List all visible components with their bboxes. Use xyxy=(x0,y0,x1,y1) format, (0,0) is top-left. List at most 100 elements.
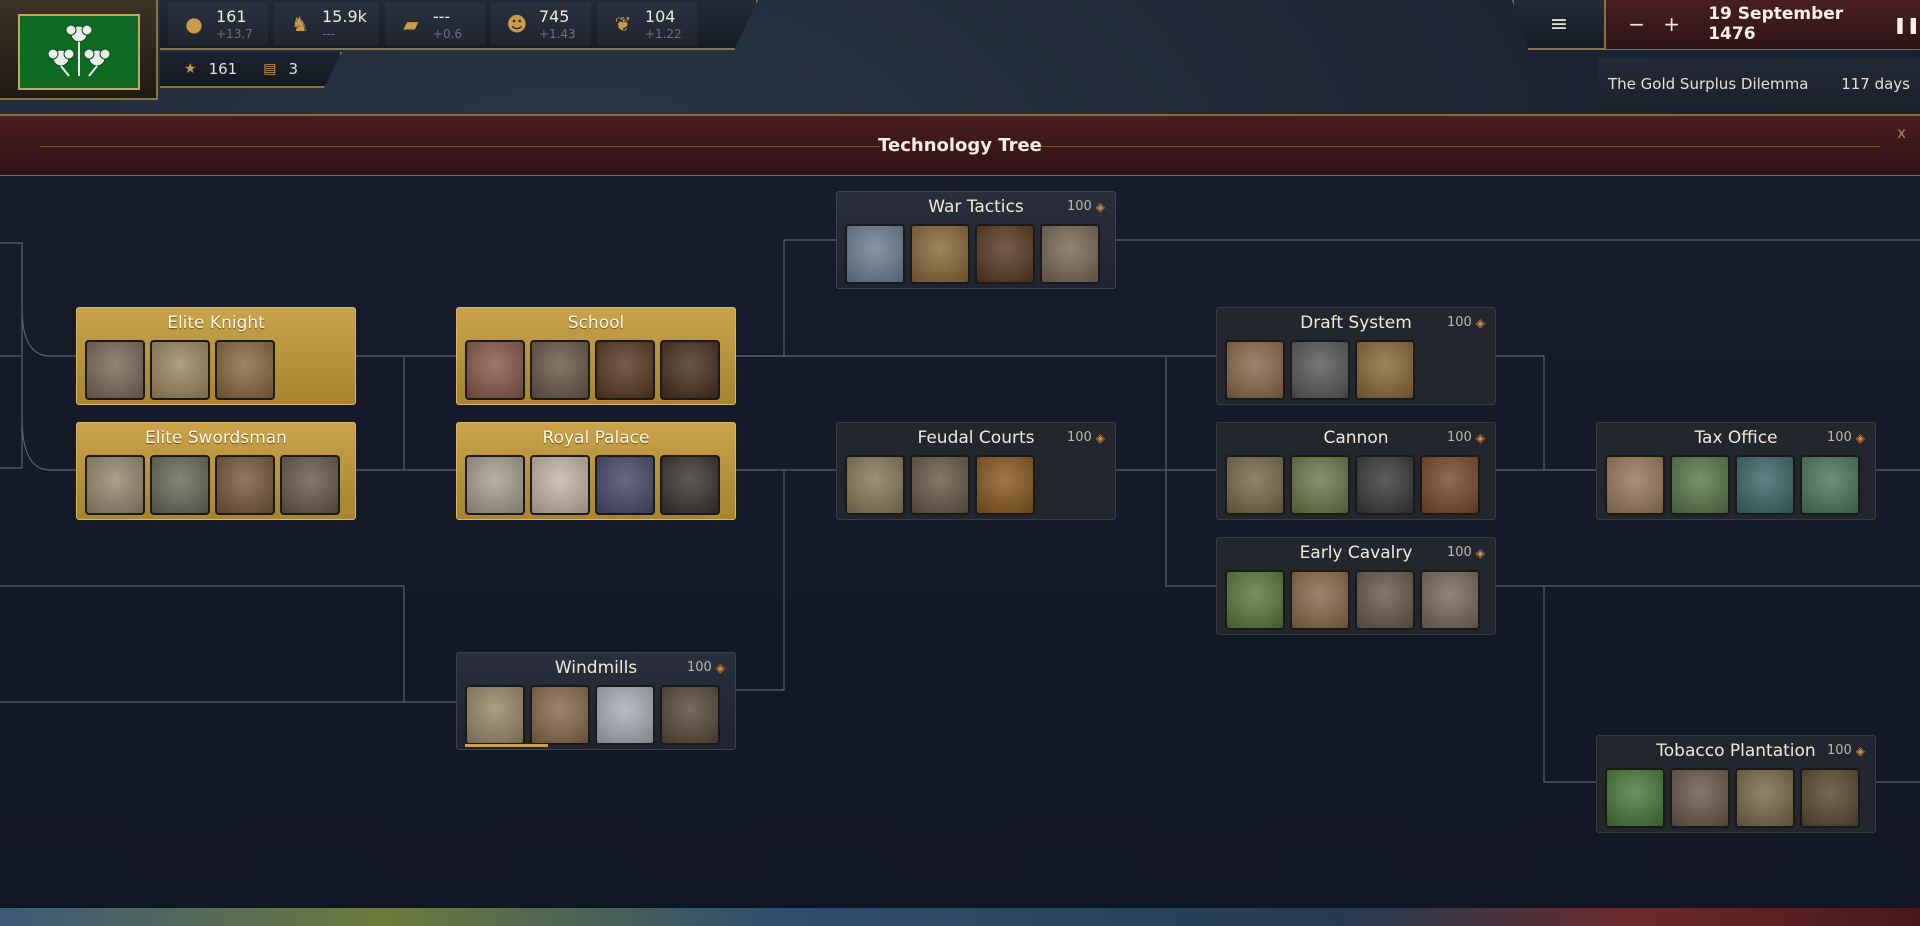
unlock-image[interactable] xyxy=(1420,570,1480,630)
unlock-image[interactable] xyxy=(595,685,655,745)
unlock-image[interactable] xyxy=(465,340,525,400)
tech-node-elite-knight[interactable]: Elite Knight xyxy=(76,307,356,405)
unlock-image[interactable] xyxy=(85,455,145,515)
cost-value: 100 xyxy=(1446,545,1472,560)
unlock-image[interactable] xyxy=(660,340,720,400)
unlock-image[interactable] xyxy=(1735,768,1795,828)
unlock-image[interactable] xyxy=(1355,340,1415,400)
menu-button[interactable]: ≡ xyxy=(1514,0,1604,49)
unlock-image[interactable] xyxy=(1605,455,1665,515)
resource-manpower[interactable]: ♞ 15.9k --- xyxy=(274,3,379,45)
unlock-image[interactable] xyxy=(530,685,590,745)
tech-node-early-cavalry[interactable]: Early Cavalry 100 ◈ xyxy=(1216,537,1496,635)
unlock-image[interactable] xyxy=(280,455,340,515)
tech-unlocks xyxy=(465,340,720,400)
unlock-image[interactable] xyxy=(465,455,525,515)
unlock-image[interactable] xyxy=(1290,455,1350,515)
tech-node-tobacco-plantation[interactable]: Tobacco Plantation 100 ◈ xyxy=(1596,735,1876,833)
tech-cost: 100 ◈ xyxy=(1067,430,1105,445)
tech-unlocks xyxy=(1225,340,1415,400)
unlock-image[interactable] xyxy=(660,685,720,745)
unlock-image[interactable] xyxy=(1735,455,1795,515)
tech-title: School xyxy=(567,313,625,333)
unlock-image[interactable] xyxy=(150,340,210,400)
scroll-value[interactable]: 3 xyxy=(288,60,298,78)
unlock-image[interactable] xyxy=(1670,455,1730,515)
panel-header: Technology Tree x xyxy=(0,116,1920,176)
tech-title: Royal Palace xyxy=(542,428,650,448)
unlock-image[interactable] xyxy=(465,685,525,745)
tech-node-feudal-courts[interactable]: Feudal Courts 100 ◈ xyxy=(836,422,1116,520)
tech-cost: 100 ◈ xyxy=(1067,199,1105,214)
tech-unlocks xyxy=(1605,768,1860,828)
speed-decrease-button[interactable]: − xyxy=(1628,12,1645,36)
tech-node-draft-system[interactable]: Draft System 100 ◈ xyxy=(1216,307,1496,405)
country-emblem[interactable] xyxy=(0,0,158,100)
resource-value: 104 xyxy=(644,6,676,26)
resource-prestige[interactable]: ☻ 745 +1.43 xyxy=(490,3,591,45)
resource-delta: +1.22 xyxy=(644,26,682,41)
unlock-image[interactable] xyxy=(1290,340,1350,400)
tech-node-tax-office[interactable]: Tax Office 100 ◈ xyxy=(1596,422,1876,520)
tech-cost: 100 ◈ xyxy=(1447,315,1485,330)
unlock-image[interactable] xyxy=(215,340,275,400)
unlock-image[interactable] xyxy=(1800,768,1860,828)
tech-cost: 100 ◈ xyxy=(687,660,725,675)
star-value[interactable]: 161 xyxy=(209,60,238,78)
tech-node-war-tactics[interactable]: War Tactics 100 ◈ xyxy=(836,191,1116,289)
unlock-image[interactable] xyxy=(660,455,720,515)
research-progress-bar xyxy=(465,744,549,747)
unlock-image[interactable] xyxy=(975,224,1035,284)
event-notification[interactable]: The Gold Surplus Dilemma 117 days xyxy=(1598,58,1920,110)
unlock-image[interactable] xyxy=(1225,570,1285,630)
country-flag xyxy=(18,14,140,90)
unlock-image[interactable] xyxy=(530,455,590,515)
unlock-image[interactable] xyxy=(910,455,970,515)
unlock-image[interactable] xyxy=(1355,455,1415,515)
unlock-image[interactable] xyxy=(215,455,275,515)
resource-value: 15.9k xyxy=(322,6,367,26)
tech-tree-canvas[interactable]: War Tactics 100 ◈ Elite Knight School Dr… xyxy=(0,178,1920,908)
unlock-image[interactable] xyxy=(85,340,145,400)
tech-unlocks xyxy=(1225,455,1480,515)
unlock-image[interactable] xyxy=(1355,570,1415,630)
unlock-image[interactable] xyxy=(1225,455,1285,515)
unlock-image[interactable] xyxy=(595,340,655,400)
tech-node-windmills[interactable]: Windmills 100 ◈ xyxy=(456,652,736,750)
scroll-icon: ▤ xyxy=(263,61,277,77)
unlock-image[interactable] xyxy=(1800,455,1860,515)
unlock-image[interactable] xyxy=(845,455,905,515)
tech-cost: 100 ◈ xyxy=(1447,430,1485,445)
pause-icon[interactable]: ❚❚ xyxy=(1893,15,1920,34)
resource-gold[interactable]: ● 161 +13.7 xyxy=(168,3,268,45)
dove-icon: ❦ xyxy=(614,12,632,36)
unlock-image[interactable] xyxy=(595,455,655,515)
cost-value: 100 xyxy=(1826,430,1852,445)
cost-value: 100 xyxy=(686,660,712,675)
resource-research[interactable]: ▰ --- +0.6 xyxy=(384,3,485,45)
tech-node-cannon[interactable]: Cannon 100 ◈ xyxy=(1216,422,1496,520)
unlock-image[interactable] xyxy=(530,340,590,400)
sub-resource-bar: ★ 161 ▤ 3 xyxy=(160,52,342,88)
time-controls-bar: ≡ − + 19 September 1476 ❚❚ xyxy=(1512,0,1920,50)
unlock-image[interactable] xyxy=(1605,768,1665,828)
tech-cost: 100 ◈ xyxy=(1447,545,1485,560)
unlock-image[interactable] xyxy=(150,455,210,515)
speed-increase-button[interactable]: + xyxy=(1663,12,1680,36)
tech-unlocks xyxy=(845,455,1035,515)
tech-node-school[interactable]: School xyxy=(456,307,736,405)
unlock-image[interactable] xyxy=(1290,570,1350,630)
unlock-image[interactable] xyxy=(1040,224,1100,284)
tech-node-royal-palace[interactable]: Royal Palace xyxy=(456,422,736,520)
unlock-image[interactable] xyxy=(910,224,970,284)
tech-title: Elite Swordsman xyxy=(145,428,287,448)
close-button[interactable]: x xyxy=(1897,124,1906,142)
unlock-image[interactable] xyxy=(1420,455,1480,515)
unlock-image[interactable] xyxy=(1225,340,1285,400)
resource-stability[interactable]: ❦ 104 +1.22 xyxy=(596,3,697,45)
unlock-image[interactable] xyxy=(845,224,905,284)
unlock-image[interactable] xyxy=(975,455,1035,515)
unlock-image[interactable] xyxy=(1670,768,1730,828)
map-strip xyxy=(0,908,1920,926)
tech-node-elite-swordsman[interactable]: Elite Swordsman xyxy=(76,422,356,520)
